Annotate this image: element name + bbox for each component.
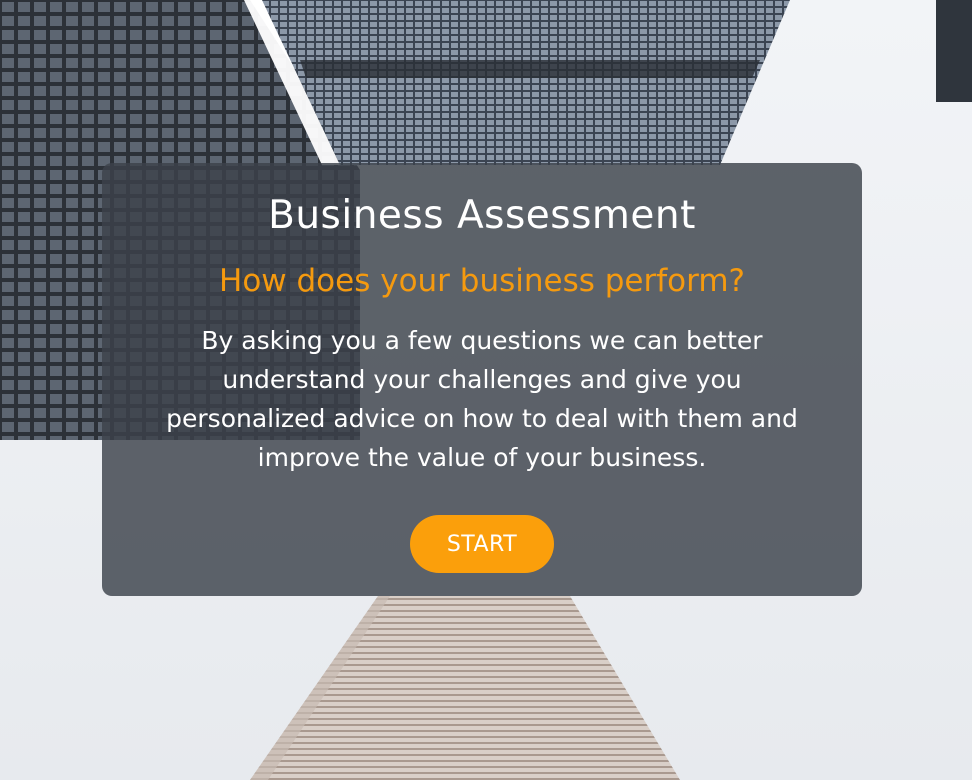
start-button[interactable]: START	[410, 515, 554, 573]
assessment-card: Business Assessment How does your busine…	[102, 163, 862, 596]
assessment-page: Business Assessment How does your busine…	[0, 0, 972, 780]
page-title: Business Assessment	[268, 193, 696, 238]
description-text: By asking you a few questions we can bet…	[166, 326, 798, 472]
subtitle: How does your business perform?	[219, 263, 745, 299]
